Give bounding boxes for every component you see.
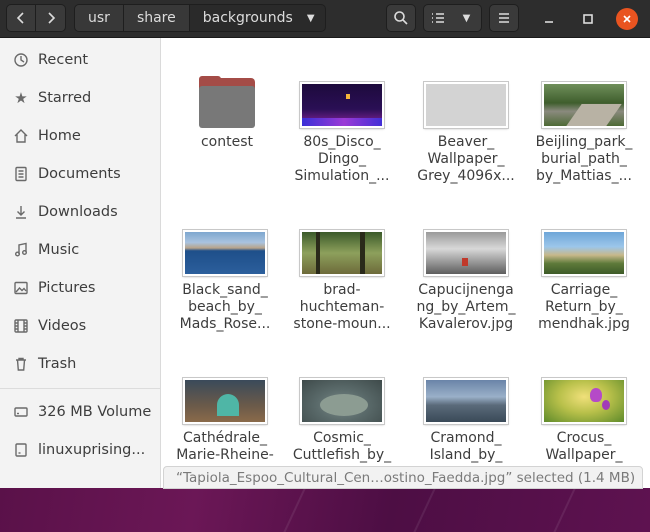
download-icon	[13, 204, 29, 220]
sidebar-separator	[0, 388, 160, 389]
sidebar-item-label: Recent	[38, 52, 89, 68]
sidebar-item-label: Videos	[38, 318, 87, 334]
close-button[interactable]	[616, 8, 638, 30]
image-thumbnail	[300, 230, 384, 276]
chevron-down-icon: ▼	[462, 12, 471, 24]
maximize-button[interactable]	[577, 8, 599, 30]
sidebar-item-label: linuxuprising...	[38, 442, 146, 458]
sidebar-item-label: Pictures	[38, 280, 96, 296]
view-options-button[interactable]: ▼	[452, 4, 482, 32]
path-bar: usr share backgrounds ▼	[74, 4, 326, 32]
file-name: brad- huchteman- stone-moun...	[293, 282, 391, 332]
minimize-button[interactable]	[538, 8, 560, 30]
crumb-backgrounds[interactable]: backgrounds ▼	[189, 4, 326, 32]
sidebar-item-downloads[interactable]: Downloads	[0, 194, 160, 230]
sidebar-item-home[interactable]: Home	[0, 118, 160, 154]
image-thumbnail	[424, 378, 508, 424]
sidebar-item-linuxuprising[interactable]: linuxuprising...	[0, 432, 160, 468]
sidebar-item-videos[interactable]: Videos	[0, 308, 160, 344]
sidebar-item-label: Documents	[38, 166, 121, 182]
home-icon	[13, 128, 29, 144]
sidebar: Recent ★ Starred Home Documents Download…	[0, 38, 161, 488]
navigation-buttons	[6, 4, 66, 32]
chevron-left-icon	[16, 12, 24, 24]
sidebar-item-documents[interactable]: Documents	[0, 156, 160, 192]
file-name: Beijling_park_ burial_path_ by_Mattias_.…	[535, 134, 633, 184]
file-name: Beaver_ Wallpaper_ Grey_4096x...	[417, 134, 515, 184]
chevron-right-icon	[47, 12, 55, 24]
view-list-button[interactable]	[423, 4, 453, 32]
sidebar-item-label: 326 MB Volume	[38, 404, 152, 420]
file-name: Capucijnenga ng_by_Artem_ Kavalerov.jpg	[416, 282, 516, 332]
status-bar: “Tapiola_Espoo_Cultural_Cen…ostino_Faedd…	[163, 466, 643, 489]
menu-button[interactable]	[489, 4, 519, 32]
sidebar-item-trash[interactable]: Trash	[0, 346, 160, 382]
image-thumbnail	[424, 82, 508, 128]
forward-button[interactable]	[36, 4, 66, 32]
drive-icon	[13, 442, 29, 458]
header-bar: usr share backgrounds ▼ ▼	[0, 0, 650, 38]
search-button[interactable]	[386, 4, 416, 32]
clock-icon	[13, 52, 29, 68]
sidebar-item-label: Music	[38, 242, 80, 258]
sidebar-item-label: Home	[38, 128, 81, 144]
image-thumbnail	[542, 378, 626, 424]
file-name: Cramond_ Island_by_	[429, 430, 503, 463]
crumb-backgrounds-label: backgrounds	[202, 10, 293, 26]
sidebar-item-music[interactable]: Music	[0, 232, 160, 268]
sidebar-item-label: Downloads	[38, 204, 118, 220]
trash-icon	[13, 356, 29, 372]
file-manager-window: usr share backgrounds ▼ ▼ Recent ★ Starr…	[0, 0, 650, 489]
drive-icon	[13, 404, 29, 420]
search-icon	[394, 11, 408, 25]
file-name: 80s_Disco_ Dingo_ Simulation_...	[294, 134, 390, 184]
sidebar-item-pictures[interactable]: Pictures	[0, 270, 160, 306]
image-thumbnail	[542, 230, 626, 276]
file-name: Crocus_ Wallpaper_	[545, 430, 623, 463]
crumb-share[interactable]: share	[123, 4, 190, 32]
file-name: Carriage_ Return_by_ mendhak.jpg	[538, 282, 630, 332]
image-thumbnail	[300, 82, 384, 128]
image-thumbnail	[183, 378, 267, 424]
sidebar-item-label: Trash	[38, 356, 77, 372]
chevron-down-icon: ▼	[306, 12, 315, 24]
minimize-icon	[545, 21, 553, 23]
sidebar-item-recent[interactable]: Recent	[0, 42, 160, 78]
file-grid: contest 80s_Disco_ Dingo_ Simulation_...…	[161, 38, 650, 488]
file-name: Cathédrale_ Marie-Rheine-	[176, 430, 274, 463]
file-name: Cosmic_ Cuttlefish_by_	[292, 430, 392, 463]
file-name: contest	[200, 134, 254, 150]
image-thumbnail	[300, 378, 384, 424]
document-icon	[13, 166, 29, 182]
image-thumbnail	[183, 230, 267, 276]
file-name: Black_sand_ beach_by_ Mads_Rose...	[179, 282, 271, 332]
back-button[interactable]	[6, 4, 36, 32]
list-view-icon	[432, 13, 444, 23]
image-thumbnail	[542, 82, 626, 128]
maximize-icon	[583, 14, 593, 24]
close-icon	[623, 15, 631, 23]
music-icon	[13, 242, 29, 258]
star-icon: ★	[14, 89, 28, 107]
sidebar-item-label: Starred	[38, 90, 92, 106]
hamburger-menu-icon	[499, 13, 509, 23]
pictures-icon	[13, 280, 29, 296]
desktop-background	[0, 488, 650, 532]
image-thumbnail	[424, 230, 508, 276]
crumb-usr[interactable]: usr	[74, 4, 124, 32]
videos-icon	[13, 318, 29, 334]
sidebar-item-starred[interactable]: ★ Starred	[0, 80, 160, 116]
folder-icon	[169, 72, 285, 128]
sidebar-item-volume[interactable]: 326 MB Volume	[0, 394, 160, 430]
